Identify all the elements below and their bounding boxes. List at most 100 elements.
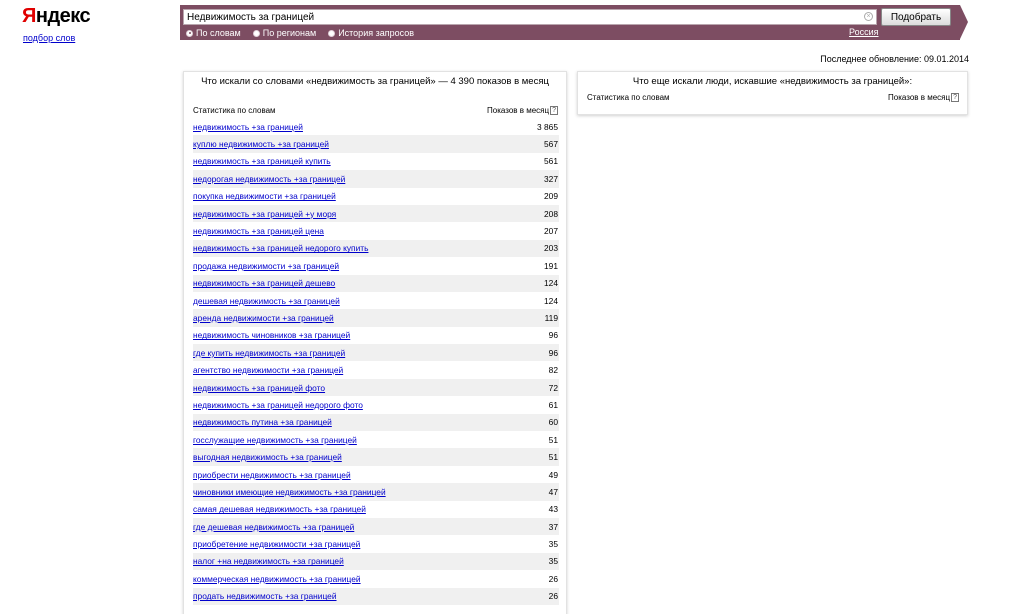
table-row: самая дешевая недвижимость +за границей 4…	[193, 501, 559, 518]
query-link[interactable]: выгодная недвижимость +за границей	[193, 452, 342, 462]
logo-first-letter: Я	[22, 5, 36, 27]
impressions-count: 208	[544, 208, 558, 219]
column-header-count-label: Показов в месяц	[487, 106, 550, 115]
impressions-count: 203	[544, 243, 558, 254]
table-row: недорогая недвижимость +за границей 327	[193, 170, 559, 188]
query-link[interactable]: госслужащие недвижимость +за границей	[193, 435, 357, 445]
subnav-link-word-selection[interactable]: подбор слов	[23, 33, 75, 43]
query-link[interactable]: недвижимость +за границей купить	[193, 156, 331, 166]
table-row: продажа недвижимости +за границей 191	[193, 257, 559, 274]
impressions-count: 47	[548, 486, 558, 497]
impressions-count: 26	[548, 591, 558, 602]
table-row: покупка недвижимости +за границей 209	[193, 188, 559, 205]
clear-icon[interactable]: ×	[864, 12, 873, 21]
table-row: недвижимость +за границей 3 865	[193, 118, 559, 135]
mode-by-regions[interactable]: По регионам	[252, 28, 317, 38]
query-link[interactable]: недвижимость +за границей	[193, 122, 303, 132]
impressions-count: 567	[544, 139, 558, 150]
query-link[interactable]: агентство недвижимости +за границей	[193, 365, 343, 375]
query-link[interactable]: недвижимость +за границей цена	[193, 226, 324, 236]
query-link[interactable]: недвижимость путина +за границей	[193, 417, 332, 427]
table-row: недвижимость чиновников +за границей 96	[193, 327, 559, 344]
column-header-query: Статистика по словам	[193, 106, 276, 115]
yandex-logo[interactable]: Яндекс	[22, 4, 91, 28]
radio-checked-icon	[186, 29, 193, 37]
table-row: приобретение недвижимости +за границей 35	[193, 535, 559, 552]
table-row: недвижимость путина +за границей 60	[193, 413, 559, 432]
mode-label: История запросов	[338, 28, 414, 38]
search-bar-arrow	[960, 5, 968, 39]
query-link[interactable]: продажа недвижимости +за границей	[193, 261, 339, 271]
table-row: недвижимость +за границей дешево 124	[193, 274, 559, 292]
impressions-count: 35	[548, 539, 558, 550]
impressions-count: 119	[544, 312, 558, 323]
table-row: агентство недвижимости +за границей 82	[193, 361, 559, 378]
table-row: выгодная недвижимость +за границей 51	[193, 448, 559, 466]
query-link[interactable]: куплю недвижимость +за границей	[193, 139, 329, 149]
impressions-count: 96	[548, 330, 558, 341]
query-link[interactable]: приобретение недвижимости +за границей	[193, 539, 360, 549]
query-link[interactable]: приобрести недвижимость +за границей	[193, 470, 351, 480]
impressions-count: 327	[544, 173, 558, 184]
table-row: чиновники имеющие недвижимость +за грани…	[193, 483, 559, 501]
mode-label: По регионам	[262, 28, 317, 38]
query-link[interactable]: самая дешевая недвижимость +за границей	[193, 504, 366, 514]
query-link[interactable]: налог +на недвижимость +за границей	[193, 556, 344, 566]
table-header: Статистика по словам Показов в месяц?	[578, 92, 967, 105]
impressions-count: 51	[548, 434, 558, 445]
search-button[interactable]: Подобрать	[881, 8, 951, 26]
region-link[interactable]: Россия	[849, 27, 879, 37]
query-link[interactable]: продать недвижимость +за границей	[193, 591, 337, 601]
query-link[interactable]: недвижимость +за границей +у моря	[193, 209, 336, 219]
table-row: где дешевая недвижимость +за границей 37	[193, 517, 559, 536]
panel-title: Что искали со словами «недвижимость за г…	[201, 76, 549, 87]
impressions-count: 124	[544, 278, 558, 289]
logo-rest: ндекс	[35, 5, 91, 27]
query-link[interactable]: где дешевая недвижимость +за границей	[193, 522, 354, 532]
help-icon[interactable]: ?	[550, 106, 558, 115]
words-stats-panel: Что искали со словами «недвижимость за г…	[183, 71, 567, 614]
query-link[interactable]: недвижимость +за границей фото	[193, 383, 325, 393]
query-link[interactable]: аренда недвижимости +за границей	[193, 313, 334, 323]
query-link[interactable]: недвижимость +за границей дешево	[193, 278, 335, 288]
query-link[interactable]: чиновники имеющие недвижимость +за грани…	[193, 487, 386, 497]
mode-by-words[interactable]: По словам	[186, 28, 241, 38]
impressions-count: 82	[548, 365, 558, 376]
help-icon[interactable]: ?	[951, 93, 959, 102]
mode-query-history[interactable]: История запросов	[328, 28, 414, 38]
radio-icon	[328, 29, 336, 37]
query-link[interactable]: недвижимость +за границей недорого купит…	[193, 243, 368, 253]
impressions-count: 61	[548, 399, 558, 410]
query-link[interactable]: коммерческая недвижимость +за границей	[193, 574, 361, 584]
column-header-query: Статистика по словам	[587, 93, 670, 102]
query-link[interactable]: недвижимость +за границей недорого фото	[193, 400, 363, 410]
search-input[interactable]	[183, 9, 877, 25]
mode-label: По словам	[196, 28, 241, 38]
table-row: продать недвижимость +за границей 26	[193, 587, 559, 605]
impressions-count: 3 865	[537, 121, 558, 132]
query-link[interactable]: покупка недвижимости +за границей	[193, 191, 336, 201]
query-link[interactable]: дешевая недвижимость +за границей	[193, 296, 340, 306]
impressions-count: 26	[548, 573, 558, 584]
impressions-count: 191	[544, 260, 558, 271]
search-mode-group: По словам По регионам История запросов	[186, 27, 414, 39]
impressions-count: 37	[548, 521, 558, 532]
query-link[interactable]: где купить недвижимость +за границей	[193, 348, 345, 358]
table-row: недвижимость +за границей купить 561	[193, 153, 559, 170]
stats-table: недвижимость +за границей 3 865 куплю недв…	[184, 118, 566, 605]
impressions-count: 72	[548, 382, 558, 393]
table-row: недвижимость +за границей фото 72	[193, 378, 559, 397]
impressions-count: 49	[548, 469, 558, 480]
table-row: недвижимость +за границей цена 207	[193, 222, 559, 239]
table-row: госслужащие недвижимость +за границей 51	[193, 431, 559, 448]
query-link[interactable]: недвижимость чиновников +за границей	[193, 330, 350, 340]
table-row: дешевая недвижимость +за границей 124	[193, 292, 559, 309]
query-link[interactable]: недорогая недвижимость +за границей	[193, 174, 345, 184]
impressions-count: 124	[544, 295, 558, 306]
impressions-count: 60	[548, 417, 558, 428]
last-update: Последнее обновление: 09.01.2014	[820, 54, 969, 64]
impressions-count: 561	[544, 156, 558, 167]
column-header-count: Показов в месяц?	[888, 92, 959, 105]
column-header-count: Показов в месяц?	[487, 105, 558, 118]
table-row: аренда недвижимости +за границей 119	[193, 309, 559, 327]
